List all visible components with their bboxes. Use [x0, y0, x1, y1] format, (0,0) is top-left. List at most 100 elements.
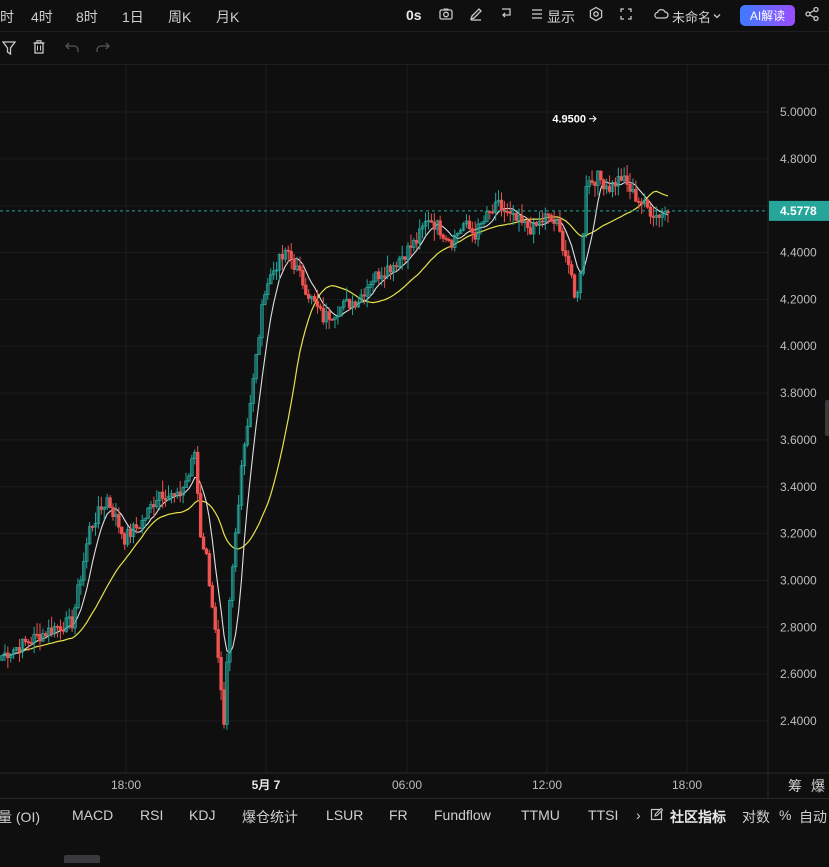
candle [172, 492, 177, 503]
candle [365, 279, 369, 308]
filter-icon[interactable] [1, 40, 17, 59]
candle-body [625, 175, 629, 185]
tab-rsi[interactable]: RSI [140, 807, 163, 823]
timeframe-8h[interactable]: 8时 [76, 7, 98, 27]
candle-body [628, 183, 632, 192]
edit-icon[interactable] [650, 807, 664, 824]
redo-icon[interactable] [95, 40, 111, 57]
y-tick-label: 2.6000 [780, 667, 817, 681]
candle-body [163, 497, 168, 501]
layout-name[interactable]: 未命名 [672, 7, 711, 26]
candle [242, 442, 247, 475]
candle [467, 215, 472, 230]
candle [213, 602, 217, 634]
timeframe-1h[interactable]: 时 [0, 7, 14, 27]
tab-macd[interactable]: MACD [72, 807, 113, 823]
candle [350, 295, 355, 316]
candle [228, 597, 232, 672]
candle [70, 609, 74, 632]
pen-icon[interactable] [468, 6, 484, 25]
timeframe-week[interactable]: 周K [168, 7, 191, 27]
candle-body [219, 657, 223, 691]
tab-fr[interactable]: FR [389, 807, 408, 823]
tab-ttsi[interactable]: TTSI [588, 807, 618, 823]
community-indicators[interactable]: 社区指标 [670, 807, 726, 827]
candle [564, 240, 568, 263]
tab-lsur[interactable]: LSUR [326, 807, 363, 823]
more-tabs-chevron[interactable]: › [636, 807, 641, 823]
percent-scale-toggle[interactable]: % [779, 807, 791, 823]
chart-grid [0, 65, 768, 773]
list-icon[interactable] [530, 6, 544, 25]
camera-icon[interactable] [438, 6, 454, 25]
candle-body [128, 529, 133, 537]
candle-body [558, 218, 562, 232]
time-axis: 18:00 5月 7 06:00 12:00 18:00 [0, 772, 829, 792]
ai-interpret-button[interactable]: AI解读 [740, 5, 795, 26]
timeframe-1d[interactable]: 1日 [122, 7, 144, 27]
candle [590, 170, 594, 186]
tab-kdj[interactable]: KDJ [189, 807, 215, 823]
candle [207, 549, 212, 587]
trash-icon[interactable] [32, 39, 46, 58]
candle-body [514, 212, 518, 221]
undo-icon[interactable] [64, 40, 80, 57]
share-icon[interactable] [804, 6, 820, 25]
candle-body [415, 239, 419, 244]
display-button[interactable]: 显示 [547, 7, 575, 27]
candle [0, 655, 4, 661]
candle [645, 198, 650, 209]
arrow-right-icon [589, 115, 597, 123]
tab-ttmu[interactable]: TTMU [521, 807, 560, 823]
candle-body [382, 275, 387, 278]
candle-body [160, 491, 165, 499]
candle-body [613, 181, 618, 187]
candle [377, 268, 381, 285]
candle [315, 289, 320, 314]
candle-body [90, 526, 95, 528]
candle-body [307, 293, 311, 299]
replay-icon[interactable] [498, 6, 514, 25]
candle-body [572, 274, 577, 298]
candle [280, 245, 285, 270]
candle [619, 168, 623, 182]
candle [120, 526, 124, 540]
tab-liquidation-stats[interactable]: 爆仓统计 [242, 807, 298, 827]
candle [58, 619, 63, 640]
candle-body [280, 254, 285, 260]
timeframe-4h[interactable]: 4时 [31, 7, 53, 27]
candle-body [637, 201, 641, 203]
candle [248, 394, 252, 428]
candle [432, 213, 437, 241]
side-panel-handle[interactable] [825, 400, 829, 436]
candle [125, 525, 130, 548]
candle [158, 491, 162, 511]
candle-body [645, 199, 650, 208]
candle [257, 334, 261, 356]
candle [76, 578, 80, 610]
tab-fundflow[interactable]: Fundflow [434, 807, 491, 823]
cloud-icon[interactable] [652, 7, 670, 24]
auto-scale-toggle[interactable]: 自动 [799, 807, 827, 827]
candle [219, 651, 223, 701]
candle-body [196, 451, 200, 494]
moving-averages [1, 181, 669, 657]
price-chart[interactable]: 5.00004.80004.60004.40004.20004.00003.80… [0, 65, 829, 798]
candle-body [432, 221, 437, 230]
timeframe-month[interactable]: 月K [216, 7, 239, 27]
candle [333, 316, 337, 329]
candle-body [70, 616, 74, 629]
tab-oi[interactable]: 量 (OI) [0, 807, 40, 827]
log-scale-toggle[interactable]: 对数 [742, 807, 770, 827]
candle [146, 506, 150, 520]
candle-body [467, 220, 472, 230]
fullscreen-icon[interactable] [618, 6, 634, 25]
chevron-down-icon[interactable] [712, 8, 722, 24]
candle-body [508, 211, 512, 214]
liquidation-toggle[interactable]: 爆 [811, 776, 825, 796]
gear-icon[interactable] [588, 6, 604, 25]
candle [32, 626, 36, 654]
drawing-toolbar [0, 32, 829, 65]
panel-resize-handle[interactable] [64, 855, 100, 863]
chips-toggle[interactable]: 筹 [788, 776, 802, 796]
